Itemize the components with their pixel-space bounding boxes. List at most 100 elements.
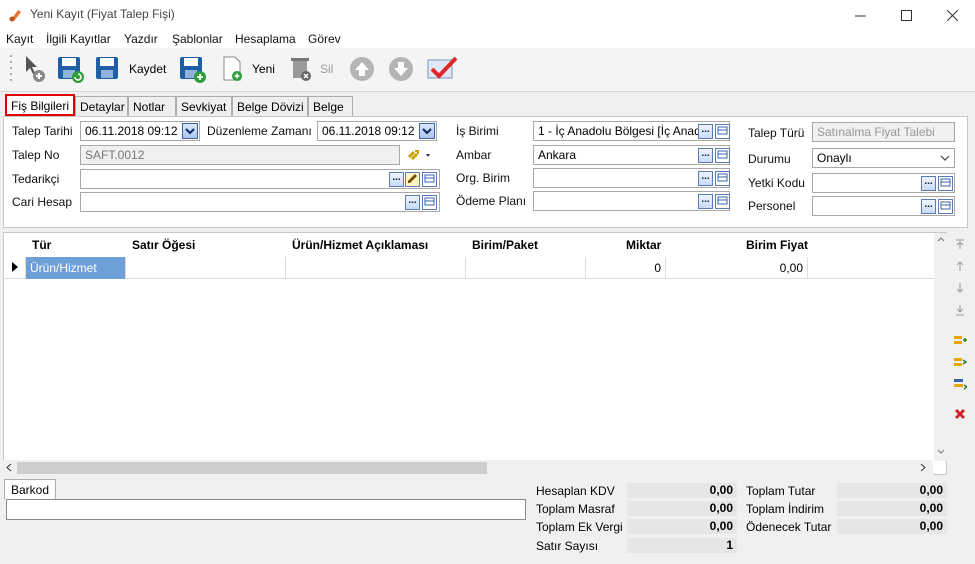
odeme-plani-list-button[interactable]	[715, 194, 730, 209]
duzenleme-dropdown[interactable]	[419, 123, 435, 139]
org-birim-lookup-button[interactable]: ...	[698, 171, 713, 186]
cell-miktar[interactable]: 0	[586, 257, 666, 279]
maximize-button[interactable]	[883, 0, 929, 30]
is-birimi-list-button[interactable]	[715, 124, 730, 139]
menu-hesaplama[interactable]: Hesaplama	[235, 32, 296, 46]
durumu-label: Durumu	[748, 152, 791, 166]
new-line-button[interactable]	[22, 54, 46, 84]
cari-hesap-label: Cari Hesap	[12, 195, 73, 209]
move-first-button[interactable]	[952, 236, 968, 252]
horizontal-scrollbar[interactable]	[3, 460, 933, 475]
grid-icon	[424, 174, 435, 183]
move-up-icon	[956, 261, 964, 271]
tedarikci-list-button[interactable]	[422, 172, 437, 187]
save-new-button[interactable]	[178, 54, 208, 84]
delete-label[interactable]: Sil	[320, 62, 333, 76]
save-label[interactable]: Kaydet	[129, 62, 166, 76]
grid-icon	[717, 196, 728, 205]
tedarikci-lookup-button[interactable]: ...	[389, 172, 404, 187]
menu-yazdir[interactable]: Yazdır	[124, 32, 158, 46]
menu-sablonlar[interactable]: Şablonlar	[172, 32, 223, 46]
personel-lookup-button[interactable]: ...	[921, 199, 936, 214]
is-birimi-label: İş Birimi	[456, 124, 499, 138]
cell-birim-paket[interactable]	[466, 257, 586, 279]
column-header-satir-ogesi[interactable]: Satır Öğesi	[132, 238, 195, 252]
tab-notlar[interactable]: Notlar	[128, 96, 176, 116]
talep-tarihi-dropdown[interactable]	[182, 123, 198, 139]
column-header-tur[interactable]: Tür	[32, 238, 51, 252]
row-details-button[interactable]	[952, 376, 968, 392]
save-refresh-icon	[58, 57, 84, 83]
cell-birim-fiyat[interactable]: 0,00	[666, 257, 808, 279]
ambar-lookup-button[interactable]: ...	[698, 148, 713, 163]
talep-tarihi-label: Talep Tarihi	[12, 124, 73, 138]
column-header-birim-fiyat[interactable]: Birim Fiyat	[746, 238, 808, 252]
delete-x-icon	[954, 408, 966, 420]
tab-fis-bilgileri[interactable]: Fiş Bilgileri	[5, 94, 75, 116]
is-birimi-lookup-button[interactable]: ...	[698, 124, 713, 139]
move-prev-button[interactable]	[952, 258, 968, 274]
menu-ilgili-kayitlar[interactable]: İlgili Kayıtlar	[46, 32, 111, 46]
copy-row-button[interactable]	[952, 354, 968, 370]
personel-list-button[interactable]	[938, 199, 953, 214]
barkod-input[interactable]	[6, 499, 526, 520]
close-button[interactable]	[929, 0, 975, 30]
tab-sevkiyat[interactable]: Sevkiyat	[176, 96, 232, 116]
delete-button[interactable]	[288, 54, 314, 84]
talep-turu-select[interactable]: Satınalma Fiyat Talebi	[812, 122, 955, 142]
move-up-button[interactable]	[348, 54, 376, 84]
column-header-aciklama[interactable]: Ürün/Hizmet Açıklaması	[292, 238, 428, 252]
move-last-button[interactable]	[952, 302, 968, 318]
toolbar-grip	[10, 55, 12, 81]
hesaplan-kdv-value: 0,00	[627, 483, 737, 498]
tab-belge-dovizi[interactable]: Belge Dövizi	[232, 96, 308, 116]
grid-icon	[940, 178, 951, 187]
yetki-kodu-list-button[interactable]	[938, 176, 953, 191]
grid-icon	[717, 126, 728, 135]
minimize-button[interactable]	[837, 0, 883, 30]
ambar-list-button[interactable]	[715, 148, 730, 163]
cari-hesap-input[interactable]	[80, 192, 440, 212]
tedarikci-edit-button[interactable]	[405, 172, 420, 187]
cell-tur[interactable]: Ürün/Hizmet	[26, 257, 126, 279]
approve-button[interactable]	[426, 54, 458, 84]
insert-row-button[interactable]	[952, 332, 968, 348]
durumu-select[interactable]: Onaylı	[812, 148, 955, 168]
tab-strip: Fiş Bilgileri Detaylar Notlar Sevkiyat B…	[0, 94, 975, 116]
menu-gorev[interactable]: Görev	[308, 32, 341, 46]
move-bottom-icon	[956, 305, 964, 316]
save-button[interactable]	[94, 54, 120, 84]
tab-detaylar[interactable]: Detaylar	[75, 96, 128, 116]
row-list-icon	[954, 379, 967, 390]
horizontal-scroll-thumb[interactable]	[17, 462, 487, 474]
vertical-scrollbar[interactable]	[934, 233, 948, 461]
org-birim-list-button[interactable]	[715, 171, 730, 186]
tab-belge[interactable]: Belge	[308, 96, 353, 116]
column-header-birim-paket[interactable]: Birim/Paket	[472, 238, 538, 252]
odeme-plani-lookup-button[interactable]: ...	[698, 194, 713, 209]
cell-satir-ogesi[interactable]	[126, 257, 286, 279]
move-next-button[interactable]	[952, 280, 968, 296]
table-row[interactable]: Ürün/Hizmet 0 0,00	[4, 257, 934, 279]
new-label[interactable]: Yeni	[252, 62, 275, 76]
move-down-button[interactable]	[387, 54, 415, 84]
new-button[interactable]	[220, 54, 246, 84]
tab-barkod[interactable]: Barkod	[4, 479, 57, 499]
delete-row-button[interactable]	[952, 406, 968, 422]
yetki-kodu-lookup-button[interactable]: ...	[921, 176, 936, 191]
talep-no-input[interactable]: SAFT.0012	[80, 145, 400, 165]
cari-hesap-list-button[interactable]	[422, 195, 437, 210]
talep-turu-label: Talep Türü	[748, 126, 805, 140]
row-indicator[interactable]	[4, 257, 26, 279]
menu-kayit[interactable]: Kayıt	[6, 32, 33, 46]
cell-aciklama[interactable]	[286, 257, 466, 279]
grid-icon	[717, 173, 728, 182]
column-header-miktar[interactable]: Miktar	[626, 238, 661, 252]
numbering-button[interactable]	[406, 147, 434, 166]
cari-hesap-lookup-button[interactable]: ...	[405, 195, 420, 210]
save-icon	[96, 57, 118, 79]
chevron-down-icon	[422, 128, 432, 134]
personel-label: Personel	[748, 199, 796, 213]
save-refresh-button[interactable]	[56, 54, 86, 84]
tedarikci-input[interactable]	[80, 169, 440, 189]
